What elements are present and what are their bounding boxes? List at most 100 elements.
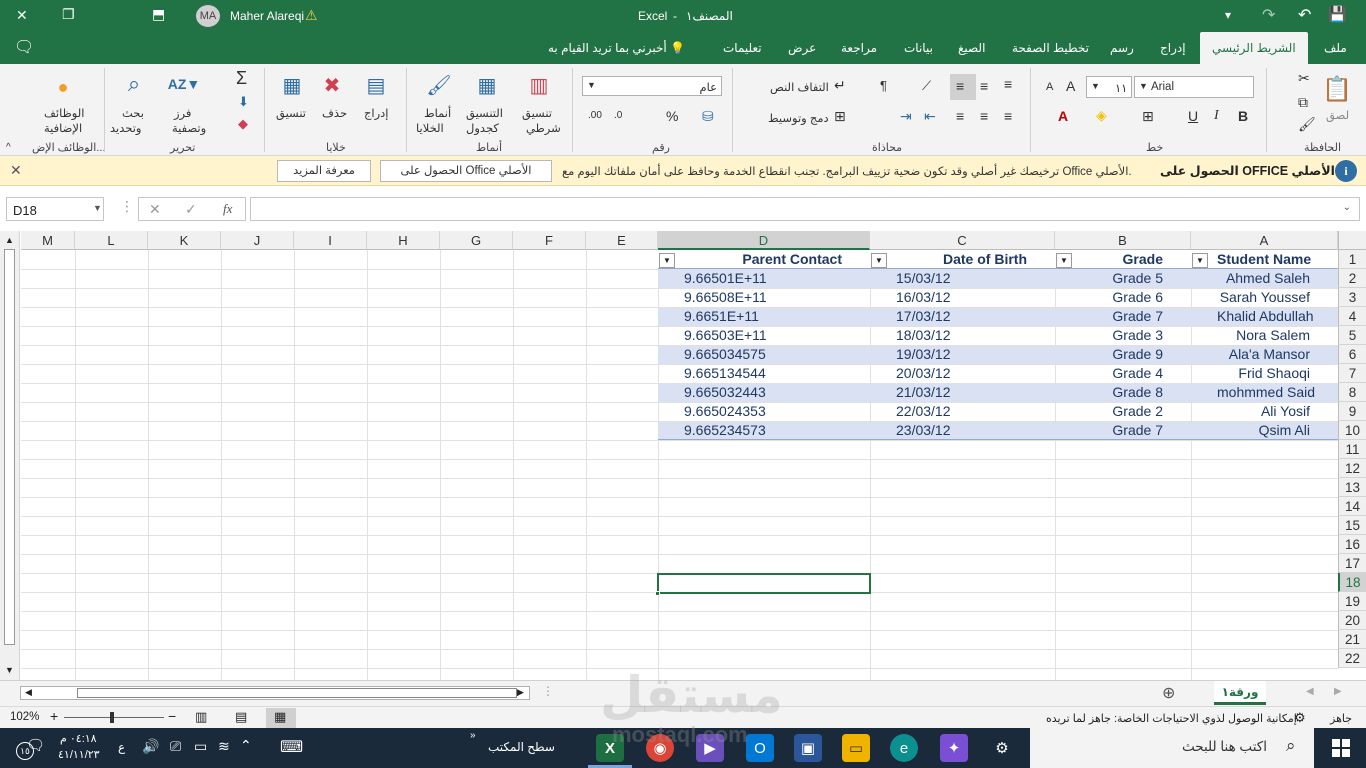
collapse-ribbon-icon[interactable]: ^: [6, 142, 11, 153]
table-cell[interactable]: Frid Shaoqi: [1191, 364, 1338, 383]
column-header-j[interactable]: J: [221, 231, 294, 250]
table-cell[interactable]: Ala'a Mansor: [1191, 345, 1338, 364]
tab-data[interactable]: بيانات: [904, 32, 933, 64]
table-cell[interactable]: Grade 7: [1055, 421, 1191, 440]
column-header-b[interactable]: B: [1055, 231, 1191, 250]
column-header-d[interactable]: D: [658, 231, 870, 250]
fill-handle[interactable]: [655, 591, 660, 596]
wifi-icon[interactable]: ≋: [218, 738, 230, 755]
row-header[interactable]: 14: [1338, 497, 1366, 516]
row-header[interactable]: 9: [1338, 402, 1366, 421]
row-header[interactable]: 11: [1338, 440, 1366, 459]
addins-icon[interactable]: ●: [52, 76, 74, 98]
column-header-k[interactable]: K: [148, 231, 221, 250]
number-format-dropdown[interactable]: ▼ عام: [582, 76, 722, 96]
autosum-icon[interactable]: Σ: [236, 68, 247, 89]
align-middle-icon[interactable]: ≡: [980, 78, 988, 94]
avatar[interactable]: MA: [196, 5, 220, 27]
row-header[interactable]: 2: [1338, 269, 1366, 288]
delete-label[interactable]: حذف: [322, 106, 347, 120]
cancel-icon[interactable]: ✕: [149, 201, 161, 218]
undo-icon[interactable]: ↶: [1298, 5, 1311, 25]
row-header[interactable]: 1: [1338, 250, 1366, 269]
learn-more-button[interactable]: معرفة المزيد: [277, 160, 371, 182]
sheet-nav-next-icon[interactable]: ◀: [1306, 686, 1314, 697]
conditional-label-2[interactable]: شرطي: [526, 121, 561, 135]
decrease-indent-icon[interactable]: ⇤: [924, 108, 936, 125]
copilot-icon[interactable]: ✦: [940, 734, 968, 762]
zoom-in-icon[interactable]: +: [50, 708, 58, 724]
bold-button[interactable]: B: [1238, 108, 1248, 124]
scroll-left-icon[interactable]: ◀: [25, 687, 32, 698]
insert-function-icon[interactable]: fx: [223, 201, 232, 217]
table-cell[interactable]: Grade 4: [1055, 364, 1191, 383]
grow-font-icon[interactable]: A: [1066, 78, 1075, 94]
user-name[interactable]: Maher Alareqi: [230, 9, 304, 23]
table-cell[interactable]: Nora Salem: [1191, 326, 1338, 345]
table-cell[interactable]: 9.66503E+11: [658, 326, 870, 345]
start-button[interactable]: [1332, 739, 1350, 757]
table-header-cell[interactable]: Parent Contact: [658, 250, 870, 269]
settings-icon[interactable]: ⚙: [988, 734, 1016, 762]
rtl-icon[interactable]: ¶: [880, 78, 887, 93]
delete-cells-icon[interactable]: ✖: [318, 70, 346, 100]
volume-icon[interactable]: 🔊: [142, 738, 159, 755]
find-label-1[interactable]: بحث: [122, 106, 144, 120]
select-all-corner[interactable]: [1338, 231, 1366, 250]
find-select-icon[interactable]: ⌕: [120, 70, 148, 98]
tab-view[interactable]: عرض: [788, 32, 816, 64]
table-cell[interactable]: 16/03/12: [870, 288, 1055, 307]
font-color-icon[interactable]: A: [1058, 108, 1068, 124]
insert-cells-icon[interactable]: ▤: [362, 70, 390, 100]
paste-label[interactable]: لصق: [1326, 108, 1349, 122]
scroll-thumb[interactable]: [4, 249, 15, 645]
scroll-down-icon[interactable]: ▼: [5, 665, 14, 675]
row-header[interactable]: 10: [1338, 421, 1366, 440]
borders-icon[interactable]: ⊞: [1142, 108, 1154, 125]
table-cell[interactable]: Khalid Abdullah: [1191, 307, 1338, 326]
excel-taskbar-icon[interactable]: X: [596, 734, 624, 762]
file-explorer-icon[interactable]: ▭: [842, 734, 870, 762]
chevron-up-icon[interactable]: ⌃: [240, 737, 252, 754]
tab-help[interactable]: تعليمات: [723, 32, 762, 64]
table-cell[interactable]: Ahmed Saleh: [1191, 269, 1338, 288]
table-header-cell[interactable]: Student Name: [1191, 250, 1338, 269]
column-header-c[interactable]: C: [870, 231, 1055, 250]
row-header[interactable]: 4: [1338, 307, 1366, 326]
zoom-slider-track[interactable]: [64, 717, 164, 718]
keyboard-icon[interactable]: ⌨: [280, 737, 303, 757]
table-cell[interactable]: 15/03/12: [870, 269, 1055, 288]
column-header-h[interactable]: H: [367, 231, 440, 250]
table-cell[interactable]: 9.66501E+11: [658, 269, 870, 288]
table-header-cell[interactable]: Grade: [1055, 250, 1191, 269]
media-player-icon[interactable]: ▶: [696, 734, 724, 762]
row-header[interactable]: 6: [1338, 345, 1366, 364]
row-header[interactable]: 15: [1338, 516, 1366, 535]
font-size-dropdown[interactable]: ▼ ١١: [1086, 76, 1132, 98]
column-header-i[interactable]: I: [294, 231, 367, 250]
page-break-view-icon[interactable]: ▥: [195, 709, 207, 725]
cell-styles-label-2[interactable]: الخلايا: [416, 121, 444, 135]
addins-label-2[interactable]: الإضافية: [44, 121, 82, 135]
table-cell[interactable]: Grade 5: [1055, 269, 1191, 288]
decrease-decimal-icon[interactable]: .00: [588, 110, 602, 121]
percent-icon[interactable]: %: [666, 108, 678, 124]
close-icon[interactable]: ✕: [16, 7, 28, 24]
table-cell[interactable]: 9.6651E+11: [658, 307, 870, 326]
row-header[interactable]: 19: [1338, 592, 1366, 611]
row-header[interactable]: 22: [1338, 649, 1366, 668]
table-cell[interactable]: 9.665234573: [658, 421, 870, 440]
row-header[interactable]: 18: [1338, 573, 1366, 592]
table-cell[interactable]: Ali Yosif: [1191, 402, 1338, 421]
formula-input[interactable]: ⌄: [250, 197, 1360, 221]
align-top-icon[interactable]: ≡: [1004, 76, 1012, 92]
format-label[interactable]: تنسيق: [276, 106, 306, 120]
align-left-icon[interactable]: ≡: [1004, 108, 1012, 124]
table-cell[interactable]: 23/03/12: [870, 421, 1055, 440]
table-cell[interactable]: Grade 7: [1055, 307, 1191, 326]
zoom-level[interactable]: 102%: [10, 711, 39, 723]
row-header[interactable]: 13: [1338, 478, 1366, 497]
merge-center-button[interactable]: دمج وتوسيط: [768, 111, 829, 125]
table-label-2[interactable]: كجدول: [466, 121, 499, 135]
table-cell[interactable]: Grade 9: [1055, 345, 1191, 364]
